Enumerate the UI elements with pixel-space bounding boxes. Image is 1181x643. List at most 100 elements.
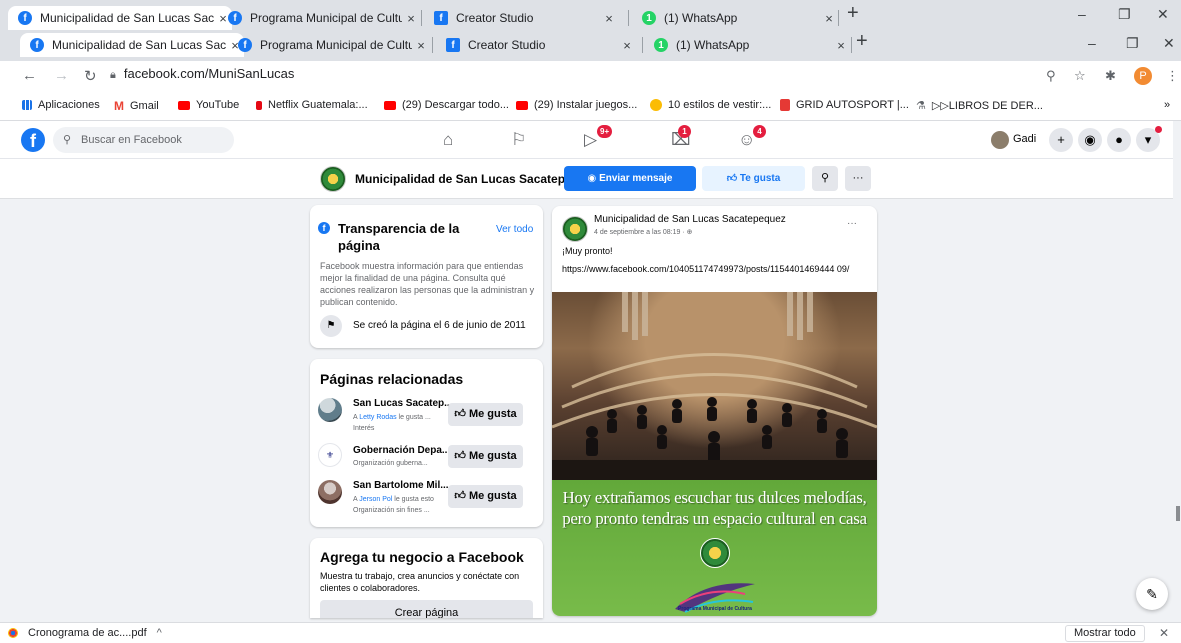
zoom-icon[interactable]: ⚲ (1046, 68, 1056, 84)
page-avatar[interactable] (320, 166, 346, 192)
tab-creator-studio[interactable]: f Creator Studio × (436, 33, 636, 57)
see-all-link[interactable]: Ver todo (496, 224, 533, 235)
close-window-button[interactable]: ✕ (1157, 6, 1169, 23)
post-timestamp[interactable]: 4 de septiembre a las 08:19 · ⊕ (594, 228, 693, 236)
bookmark-apps[interactable]: Aplicaciones (22, 99, 100, 111)
close-tab-icon[interactable]: × (600, 11, 618, 26)
forward-arrow-icon[interactable]: → (54, 67, 69, 84)
close-window-button[interactable]: ✕ (1163, 35, 1175, 52)
search-page-button[interactable]: ⚲ (812, 166, 838, 191)
close-tab-icon[interactable]: × (618, 38, 636, 53)
create-plus-icon[interactable]: + (1049, 128, 1073, 152)
like-page-button[interactable]: 👍︎ Te gusta (702, 166, 805, 191)
pages-flag-icon[interactable]: ⚐ (511, 130, 526, 150)
user-name[interactable]: Gadi (1013, 133, 1036, 145)
related-page-name[interactable]: Gobernación Depa... (353, 445, 450, 456)
tab-municipalidad[interactable]: f Municipalidad de San Lucas Saca × (20, 33, 244, 57)
friend-link[interactable]: Letty Rodas (359, 414, 396, 421)
related-page-name[interactable]: San Bartolome Mil... (353, 480, 449, 491)
post-more-button[interactable]: ··· (847, 218, 857, 229)
notifications-bell-icon[interactable]: ● (1107, 128, 1131, 152)
create-page-button[interactable]: Crear página (320, 600, 533, 618)
chevron-up-icon[interactable]: ^ (157, 627, 162, 639)
tab-separator (642, 37, 643, 53)
maximize-button[interactable]: ❐ (1126, 35, 1139, 52)
related-page-name[interactable]: San Lucas Sacatep... (353, 398, 453, 409)
minimize-button[interactable]: – (1088, 35, 1096, 51)
more-options-button[interactable]: ··· (845, 166, 871, 191)
notification-dot (1155, 126, 1162, 133)
tab-whatsapp[interactable]: 1 (1) WhatsApp × (632, 6, 838, 30)
chrome-file-icon (8, 628, 18, 638)
related-page-friend-text: A Letty Rodas le gusta ... (353, 414, 431, 421)
youtube-icon (384, 100, 396, 110)
tab-municipalidad[interactable]: f Municipalidad de San Lucas Saca × (8, 6, 232, 30)
tab-title: (1) WhatsApp (664, 11, 738, 25)
tab-programa-cultura[interactable]: f Programa Municipal de Cultura P × (218, 6, 420, 30)
caption-line-1: Hoy extrañamos escuchar tus dulces melod… (562, 488, 867, 507)
new-chat-icon[interactable]: ✎ (1136, 578, 1168, 610)
post-author-name[interactable]: Municipalidad de San Lucas Sacatepequez (594, 214, 786, 225)
profile-avatar[interactable]: P (1134, 67, 1152, 85)
close-tab-icon[interactable]: × (832, 38, 850, 53)
bookmark-estilos[interactable]: 10 estilos de vestir:... (650, 99, 771, 111)
related-like-button[interactable]: 👍︎ Me gusta (448, 485, 523, 508)
maximize-button[interactable]: ❐ (1118, 6, 1131, 23)
facebook-search-input[interactable]: ⚲ Buscar en Facebook (53, 127, 234, 153)
download-item[interactable]: Cronograma de ac....pdf ^ (8, 627, 162, 639)
close-tab-icon[interactable]: × (820, 11, 838, 26)
marketplace-badge: 1 (678, 125, 691, 138)
menu-dots-icon[interactable]: ⋮ (1166, 68, 1179, 84)
tab-title: Creator Studio (468, 38, 546, 52)
post-image[interactable]: Hoy extrañamos escuchar tus dulces melod… (552, 292, 877, 616)
address-bar[interactable]: 🔒︎ facebook.com/MuniSanLucas (110, 66, 294, 82)
watch-icon[interactable]: ▷ (584, 130, 597, 150)
minimize-button[interactable]: – (1078, 6, 1086, 22)
related-like-button[interactable]: 👍︎ Me gusta (448, 445, 523, 468)
post-author-avatar[interactable] (562, 216, 588, 242)
related-like-button[interactable]: 👍︎ Me gusta (448, 403, 523, 426)
orchestra-photo (552, 292, 877, 480)
related-pages-card: Páginas relacionadas San Lucas Sacatep..… (310, 359, 543, 527)
related-page-avatar[interactable] (318, 480, 342, 504)
bookmark-libros[interactable]: ⚗ ▷▷LIBROS DE DER... (916, 99, 1043, 112)
related-page-avatar[interactable]: ⚜ (318, 443, 342, 467)
post-link[interactable]: https://www.facebook.com/104051174749973… (562, 263, 872, 275)
lock-icon: 🔒︎ (110, 69, 116, 81)
bookmark-grid[interactable]: GRID AUTOSPORT |... (780, 99, 909, 111)
tab-title: Programa Municipal de Cultura P (260, 38, 412, 52)
show-all-button[interactable]: Mostrar todo (1065, 625, 1145, 642)
bookmark-gmail[interactable]: M Gmail (114, 99, 159, 113)
new-tab-button[interactable]: + (856, 30, 868, 53)
facebook-logo-icon[interactable]: f (21, 128, 45, 152)
scrollbar-thumb[interactable] (1176, 506, 1180, 521)
messenger-icon[interactable]: ◉ (1078, 128, 1102, 152)
bookmark-star-icon[interactable]: ☆ (1074, 68, 1086, 84)
page-name[interactable]: Municipalidad de San Lucas Sacatepe... (355, 172, 582, 186)
bookmark-youtube[interactable]: YouTube (178, 99, 239, 111)
new-tab-button[interactable]: + (847, 2, 859, 25)
page-scrollbar[interactable] (1173, 121, 1181, 615)
bookmark-descargar[interactable]: (29) Descargar todo... (384, 99, 509, 111)
tab-creator-studio[interactable]: f Creator Studio × (424, 6, 618, 30)
close-downloads-icon[interactable]: ✕ (1159, 626, 1169, 640)
tab-programa-cultura[interactable]: f Programa Municipal de Cultura P × (228, 33, 430, 57)
extensions-icon[interactable]: ✱ (1105, 68, 1116, 84)
bookmark-instalar[interactable]: (29) Instalar juegos... (516, 99, 637, 111)
bookmarks-overflow[interactable]: » (1164, 99, 1170, 111)
user-avatar[interactable] (991, 131, 1009, 149)
tab-title: Municipalidad de San Lucas Saca (40, 11, 214, 25)
reload-icon[interactable]: ↻ (84, 67, 97, 85)
close-tab-icon[interactable]: × (412, 38, 430, 53)
thumbs-up-icon: 👍︎ (454, 450, 469, 462)
friend-link[interactable]: Jerson Pol (359, 496, 392, 503)
transparency-description: Facebook muestra información para que en… (320, 261, 535, 307)
tab-whatsapp[interactable]: 1 (1) WhatsApp × (644, 33, 850, 57)
bookmark-netflix[interactable]: Netflix Guatemala:... (256, 99, 368, 111)
thumbs-up-icon: 👍︎ (454, 408, 469, 420)
back-arrow-icon[interactable]: ← (22, 67, 37, 84)
home-icon[interactable]: ⌂ (443, 130, 453, 150)
send-message-button[interactable]: ◉ Enviar mensaje (564, 166, 696, 191)
related-page-avatar[interactable] (318, 398, 342, 422)
close-tab-icon[interactable]: × (402, 11, 420, 26)
